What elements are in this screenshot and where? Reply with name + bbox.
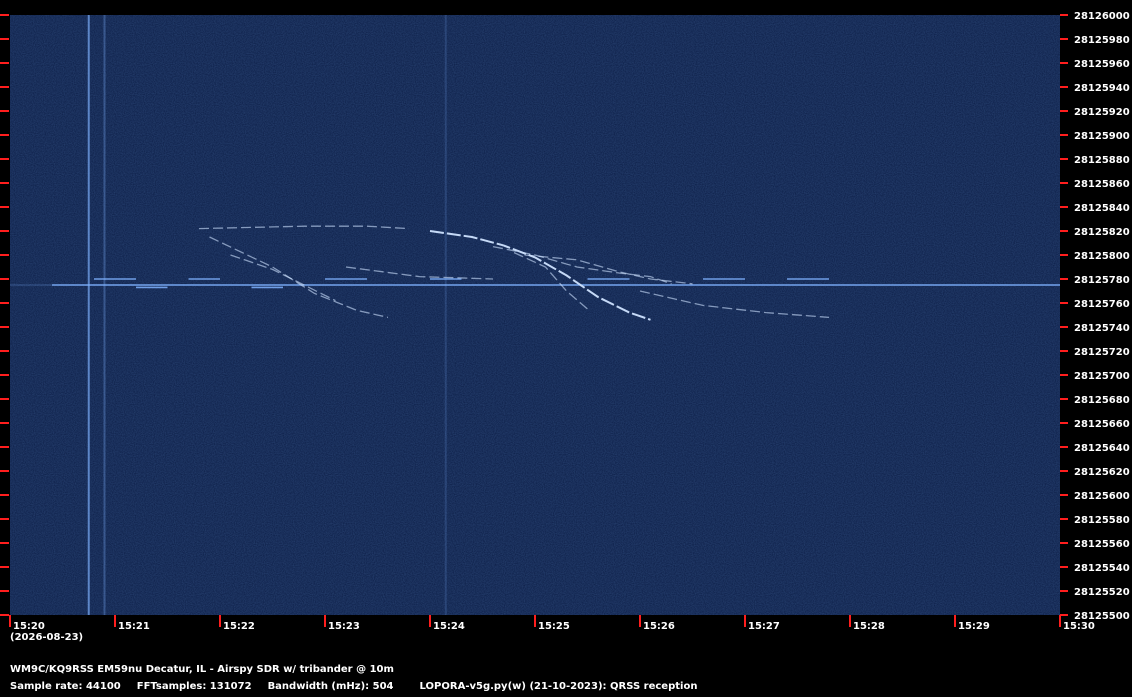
date-label: (2026-08-23) xyxy=(10,632,84,643)
y-tick-label: 28125600 xyxy=(1074,491,1130,502)
station-info: WM9C/KQ9RSS EM59nu Decatur, IL - Airspy … xyxy=(10,664,394,675)
y-tick-label: 28125640 xyxy=(1074,443,1130,454)
y-tick-label: 28125860 xyxy=(1074,179,1130,190)
y-tick-label: 28125980 xyxy=(1074,35,1130,46)
waterfall-chart: 28126000 28125980 28125960 28125940 28125920… xyxy=(0,11,1130,632)
x-axis-ticks: 15:20 15:21 15:22 15:23 15:24 15:25 15:26 15:27… xyxy=(9,615,1095,632)
y-tick-label: 28125520 xyxy=(1074,587,1130,598)
qrss-grabber-window: 28126000 28125980 28125960 28125940 28125920… xyxy=(0,0,1132,697)
y-tick-label: 28125940 xyxy=(1074,83,1130,94)
y-tick-label: 28125700 xyxy=(1074,371,1130,382)
y-tick-label: 28125800 xyxy=(1074,251,1130,262)
y-tick-label: 28125920 xyxy=(1074,107,1130,118)
vertical-streak xyxy=(87,15,90,615)
y-tick-label: 28126000 xyxy=(1074,11,1130,22)
y-tick-label: 28125760 xyxy=(1074,299,1130,310)
y-tick-label: 28125660 xyxy=(1074,419,1130,430)
x-tick-label: 15:21 xyxy=(118,621,150,632)
x-tick-label: 15:25 xyxy=(538,621,570,632)
y-tick-label: 28125620 xyxy=(1074,467,1130,478)
y-tick-label: 28125780 xyxy=(1074,275,1130,286)
y-tick-label: 28125560 xyxy=(1074,539,1130,550)
y-tick-label: 28125880 xyxy=(1074,155,1130,166)
y-tick-label: 28125900 xyxy=(1074,131,1130,142)
x-tick-label: 15:28 xyxy=(853,621,885,632)
x-tick-label: 15:30 xyxy=(1063,621,1095,632)
software-label: LOPORA-v5g.py(w) (21-10-2023): QRSS rece… xyxy=(419,681,698,692)
x-tick-label: 15:23 xyxy=(328,621,360,632)
x-tick-label: 15:29 xyxy=(958,621,990,632)
sample-rate-label: Sample rate: 44100 xyxy=(10,681,121,692)
x-tick-label: 15:27 xyxy=(748,621,780,632)
x-tick-label: 15:24 xyxy=(433,621,465,632)
y-tick-label: 28125960 xyxy=(1074,59,1130,70)
x-tick-label: 15:26 xyxy=(643,621,675,632)
y-tick-label: 28125820 xyxy=(1074,227,1130,238)
x-tick-label: 15:20 xyxy=(13,621,45,632)
y-tick-label: 28125680 xyxy=(1074,395,1130,406)
plot-noise xyxy=(10,15,1060,615)
parameters-line: Sample rate: 44100 FFTsamples: 131072 Ba… xyxy=(10,681,697,693)
y-tick-label: 28125540 xyxy=(1074,563,1130,574)
x-tick-label: 15:22 xyxy=(223,621,255,632)
fft-samples-label: FFTsamples: 131072 xyxy=(136,681,252,692)
y-tick-label: 28125840 xyxy=(1074,203,1130,214)
y-tick-label: 28125740 xyxy=(1074,323,1130,334)
bandwidth-label: Bandwidth (mHz): 504 xyxy=(267,681,394,692)
y-tick-label: 28125720 xyxy=(1074,347,1130,358)
vertical-streak xyxy=(103,15,106,615)
vertical-streak xyxy=(444,15,447,615)
y-tick-label: 28125580 xyxy=(1074,515,1130,526)
